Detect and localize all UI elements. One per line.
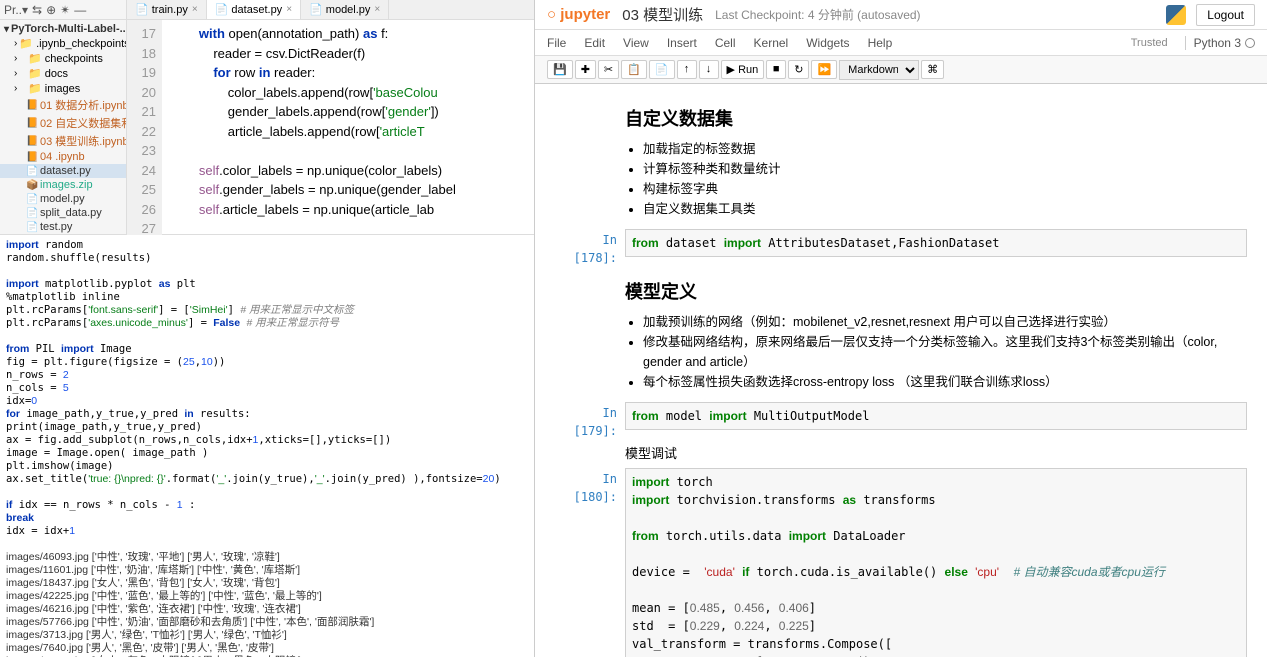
tree-content: ▾PyTorch-Multi-Label-... ›📁 .ipynb_check…: [0, 20, 126, 234]
menu-widgets[interactable]: Widgets: [806, 36, 849, 50]
code-content[interactable]: with open(annotation_path) as f: reader …: [162, 20, 534, 243]
console-area[interactable]: import randomrandom.shuffle(results)impo…: [0, 235, 534, 657]
ide-top: Pr..▾ ⇆ ⊕ ✴ — ▾PyTorch-Multi-Label-... ›…: [0, 0, 534, 235]
markdown-cell[interactable]: 自定义数据集 加载指定的标签数据计算标签种类和数量统计构建标签字典自定义数据集工…: [555, 98, 1247, 225]
md-heading: 自定义数据集: [625, 106, 1247, 133]
list-item: 构建标签字典: [643, 179, 1247, 199]
editor-body[interactable]: 1718192021222324252627 with open(annotat…: [127, 20, 534, 243]
collapse-icon[interactable]: ⇆: [32, 3, 42, 17]
cell-type-select[interactable]: Markdown: [839, 60, 919, 80]
menu-insert[interactable]: Insert: [667, 36, 697, 50]
notebook-content[interactable]: 自定义数据集 加载指定的标签数据计算标签种类和数量统计构建标签字典自定义数据集工…: [535, 84, 1267, 657]
editor-tab[interactable]: 📄 model.py×: [301, 0, 389, 19]
close-icon[interactable]: ×: [374, 4, 380, 15]
jupyter-header: ○ jupyter 03 模型训练 Last Checkpoint: 4 分钟前…: [535, 0, 1267, 30]
toolbar-button[interactable]: ✚: [575, 60, 596, 79]
md-heading: 模型定义: [625, 279, 1247, 306]
toolbar-button[interactable]: 📋: [621, 60, 647, 79]
editor-tab[interactable]: 📄 train.py×: [127, 0, 207, 19]
menu-kernel[interactable]: Kernel: [754, 36, 789, 50]
kernel-name[interactable]: Python 3: [1185, 36, 1255, 50]
list-item: 加载指定的标签数据: [643, 139, 1247, 159]
jupyter-toolbar: 💾✚✂📋📄↑↓▶ Run■↻⏩ Markdown ⌘: [535, 56, 1267, 84]
toolbar-button[interactable]: ✂: [598, 60, 619, 79]
toolbar-button[interactable]: 💾: [547, 60, 573, 79]
menu-view[interactable]: View: [623, 36, 649, 50]
list-item: 计算标签种类和数量统计: [643, 159, 1247, 179]
project-dropdown[interactable]: Pr..▾: [4, 3, 28, 17]
file-item[interactable]: 📄split_data.py: [0, 206, 126, 220]
file-tree: Pr..▾ ⇆ ⊕ ✴ — ▾PyTorch-Multi-Label-... ›…: [0, 0, 127, 234]
file-item[interactable]: 📄dataset.py: [0, 164, 126, 178]
toolbar-button[interactable]: 📄: [649, 60, 675, 79]
checkpoint-text: Last Checkpoint: 4 分钟前 (autosaved): [715, 6, 920, 23]
logout-button[interactable]: Logout: [1196, 4, 1255, 26]
hide-icon[interactable]: —: [74, 3, 86, 17]
cell-prompt: In [180]:: [555, 468, 625, 657]
md-text: 模型调试: [625, 446, 677, 461]
folder-item[interactable]: ›📁 checkpoints: [0, 51, 126, 66]
list-item: 自定义数据集工具类: [643, 199, 1247, 219]
menu-edit[interactable]: Edit: [584, 36, 605, 50]
toolbar-button[interactable]: ⏩: [811, 60, 837, 79]
folder-item[interactable]: ›📁 docs: [0, 66, 126, 81]
python-logo-icon: [1166, 5, 1186, 25]
close-icon[interactable]: ×: [286, 4, 292, 15]
code-input[interactable]: from model import MultiOutputModel: [625, 402, 1247, 430]
menu-cell[interactable]: Cell: [715, 36, 736, 50]
cell-prompt: In [178]:: [555, 229, 625, 267]
project-root[interactable]: ▾PyTorch-Multi-Label-...: [0, 22, 126, 36]
file-item[interactable]: 📙03 模型训练.ipynb: [0, 132, 126, 150]
notebook-title[interactable]: 03 模型训练: [622, 4, 703, 25]
file-item[interactable]: 📙04 .ipynb: [0, 150, 126, 164]
kernel-status-icon: [1245, 38, 1255, 48]
jupyter-menubar: FileEditViewInsertCellKernelWidgetsHelp …: [535, 30, 1267, 56]
toolbar-button[interactable]: ▶ Run: [721, 60, 765, 79]
jupyter-panel: ○ jupyter 03 模型训练 Last Checkpoint: 4 分钟前…: [535, 0, 1267, 657]
file-item[interactable]: 📄test.py: [0, 220, 126, 234]
cell-prompt: In [179]:: [555, 402, 625, 440]
line-gutter: 1718192021222324252627: [127, 20, 162, 243]
ide-panel: Pr..▾ ⇆ ⊕ ✴ — ▾PyTorch-Multi-Label-... ›…: [0, 0, 535, 657]
command-palette-button[interactable]: ⌘: [921, 60, 944, 79]
list-item: 每个标签属性损失函数选择cross-entropy loss （这里我们联合训练…: [643, 372, 1247, 392]
tree-toolbar: Pr..▾ ⇆ ⊕ ✴ —: [0, 0, 126, 20]
list-item: 修改基础网络结构，原来网络最后一层仅支持一个分类标签输入。这里我们支持3个标签类…: [643, 332, 1247, 372]
file-item[interactable]: 📦images.zip: [0, 178, 126, 192]
close-icon[interactable]: ×: [192, 4, 198, 15]
folder-item[interactable]: ›📁 .ipynb_checkpoints: [0, 36, 126, 51]
code-cell[interactable]: In [180]: import torch import torchvisio…: [555, 468, 1247, 657]
editor-tab[interactable]: 📄 dataset.py×: [207, 0, 301, 19]
menu-file[interactable]: File: [547, 36, 566, 50]
editor-tabs: 📄 train.py×📄 dataset.py×📄 model.py×: [127, 0, 534, 20]
jupyter-logo: ○ jupyter: [547, 6, 610, 23]
code-input[interactable]: from dataset import AttributesDataset,Fa…: [625, 229, 1247, 257]
locate-icon[interactable]: ⊕: [46, 3, 56, 17]
trusted-indicator[interactable]: Trusted: [1124, 35, 1175, 51]
toolbar-button[interactable]: ↓: [699, 60, 719, 79]
folder-item[interactable]: ›📁 images: [0, 81, 126, 96]
code-cell[interactable]: In [179]: from model import MultiOutputM…: [555, 402, 1247, 440]
list-item: 加载预训练的网络（例如：mobilenet_v2,resnet,resnext …: [643, 312, 1247, 332]
markdown-cell[interactable]: 模型调试: [555, 444, 1247, 464]
markdown-cell[interactable]: 模型定义 加载预训练的网络（例如：mobilenet_v2,resnet,res…: [555, 271, 1247, 398]
file-item[interactable]: 📄model.py: [0, 192, 126, 206]
toolbar-button[interactable]: ■: [766, 60, 786, 79]
gear-icon[interactable]: ✴: [60, 3, 70, 17]
file-item[interactable]: 📙02 自定义数据集和转...: [0, 114, 126, 132]
toolbar-button[interactable]: ↻: [788, 60, 809, 79]
code-cell[interactable]: In [178]: from dataset import Attributes…: [555, 229, 1247, 267]
code-input[interactable]: import torch import torchvision.transfor…: [625, 468, 1247, 657]
editor-area: 📄 train.py×📄 dataset.py×📄 model.py× 1718…: [127, 0, 534, 234]
toolbar-button[interactable]: ↑: [677, 60, 697, 79]
menu-help[interactable]: Help: [868, 36, 893, 50]
file-item[interactable]: 📙01 数据分析.ipynb: [0, 96, 126, 114]
